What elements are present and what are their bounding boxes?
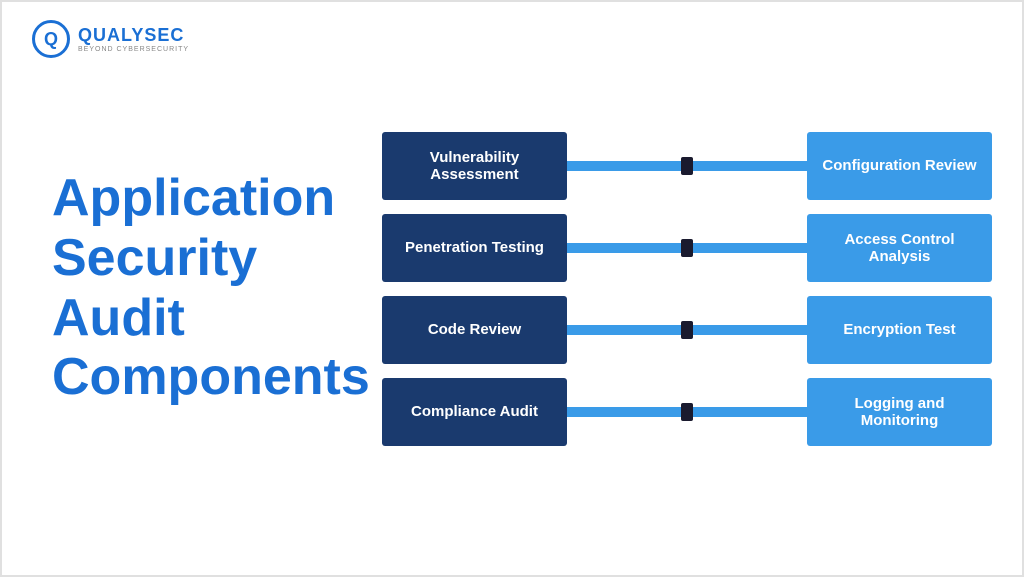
connector-dot-1 (681, 157, 693, 175)
logo: QUALYSEC BEYOND CYBERSECURITY (32, 20, 189, 58)
diagram-row-3: Code Review Encryption Test (382, 296, 992, 364)
right-box-2: Access Control Analysis (807, 214, 992, 282)
right-box-4: Logging and Monitoring (807, 378, 992, 446)
connector-dot-3 (681, 321, 693, 339)
connector-dot-4 (681, 403, 693, 421)
diagram-row-4: Compliance Audit Logging and Monitoring (382, 378, 992, 446)
connector-3 (567, 325, 807, 335)
slide: QUALYSEC BEYOND CYBERSECURITY Applicatio… (0, 0, 1024, 577)
title-section: Application Security Audit Components (2, 169, 372, 408)
right-box-1: Configuration Review (807, 132, 992, 200)
left-box-2: Penetration Testing (382, 214, 567, 282)
connector-2 (567, 243, 807, 253)
main-title: Application Security Audit Components (52, 169, 372, 408)
title-line1: Application (52, 169, 335, 227)
left-box-3: Code Review (382, 296, 567, 364)
connector-1 (567, 161, 807, 171)
diagram-row-2: Penetration Testing Access Control Analy… (382, 214, 992, 282)
title-line2: Security (52, 229, 257, 287)
title-line4: Components (52, 348, 370, 406)
diagram-section: Vulnerability Assessment Configuration R… (372, 132, 1022, 446)
logo-icon (32, 20, 70, 58)
left-box-1: Vulnerability Assessment (382, 132, 567, 200)
connector-dot-2 (681, 239, 693, 257)
logo-text: QUALYSEC BEYOND CYBERSECURITY (78, 25, 189, 53)
connector-4 (567, 407, 807, 417)
title-line3: Audit (52, 289, 185, 347)
left-box-4: Compliance Audit (382, 378, 567, 446)
logo-name: QUALYSEC (78, 25, 189, 46)
logo-tagline: BEYOND CYBERSECURITY (78, 46, 189, 53)
right-box-3: Encryption Test (807, 296, 992, 364)
diagram-row-1: Vulnerability Assessment Configuration R… (382, 132, 992, 200)
